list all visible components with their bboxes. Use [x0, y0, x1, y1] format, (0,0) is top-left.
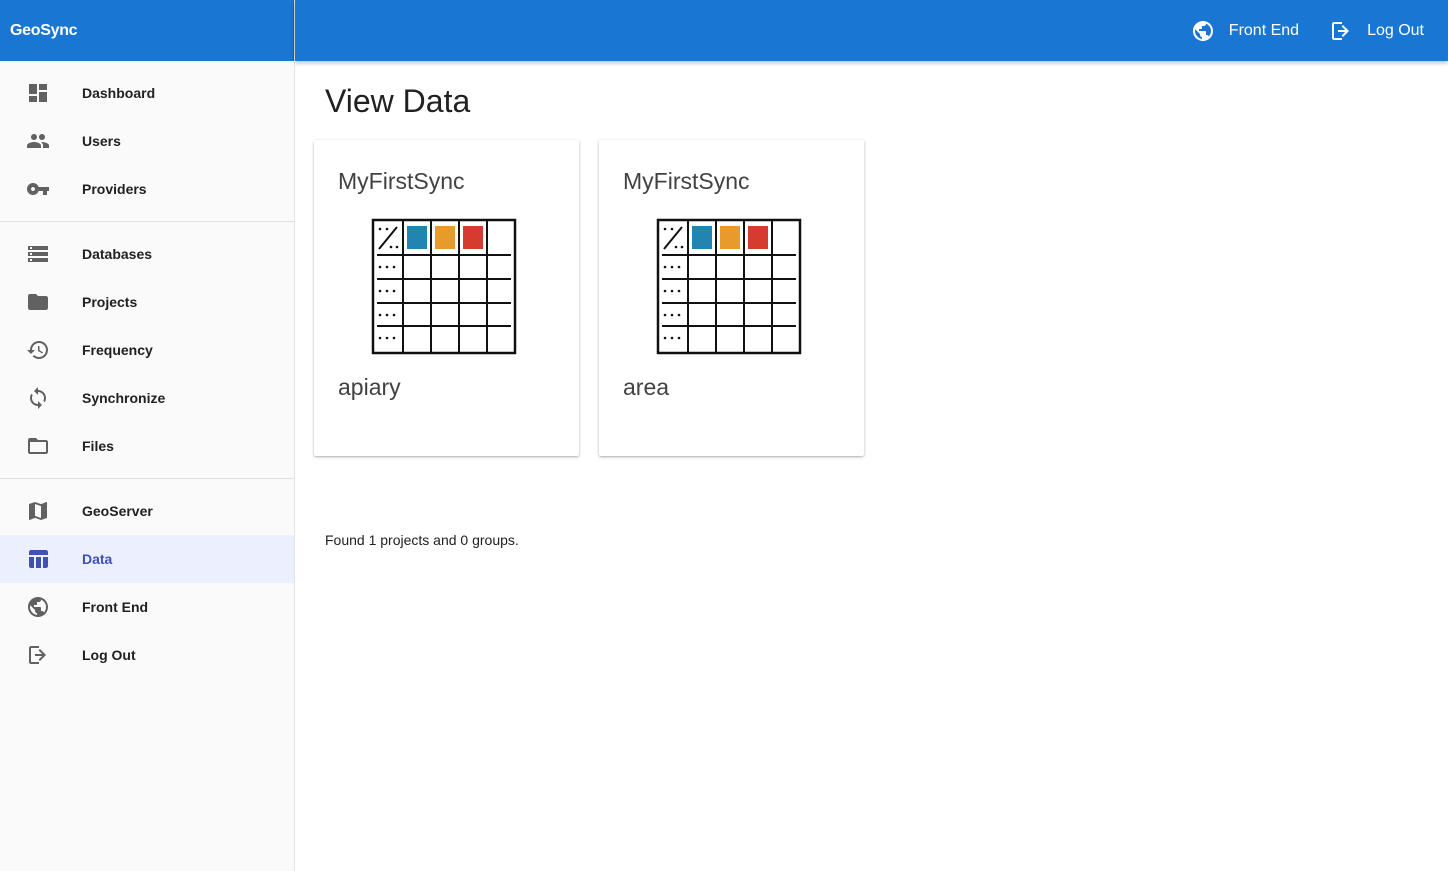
top-app-bar: Front End Log Out	[295, 0, 1448, 61]
sidebar-item-label: Providers	[82, 181, 147, 197]
sidebar-item-label: Users	[82, 133, 121, 149]
users-icon	[26, 129, 50, 153]
front-end-label: Front End	[1228, 21, 1300, 39]
sync-icon	[26, 386, 50, 410]
key-icon	[26, 177, 50, 201]
dashboard-icon	[26, 81, 50, 105]
folder-icon	[26, 290, 50, 314]
globe-icon	[1192, 20, 1213, 41]
sidebar-item-label: Databases	[82, 246, 153, 262]
sidebar-item-databases[interactable]: Databases	[0, 230, 294, 278]
sidebar-item-frequency[interactable]: Frequency	[0, 326, 294, 374]
sidebar-item-data[interactable]: Data	[0, 535, 294, 583]
sidebar-item-log-out[interactable]: Log Out	[0, 631, 294, 679]
sidebar-item-geoserver[interactable]: GeoServer	[0, 487, 294, 535]
nav-group-sync: Databases Projects Frequency Synchronize…	[0, 222, 294, 479]
card-list: MyFirstSync apiary MyFirstSync area	[314, 140, 884, 456]
sidebar-item-users[interactable]: Users	[0, 117, 294, 165]
data-card[interactable]: MyFirstSync	[314, 140, 579, 456]
sidebar-item-label: Files	[82, 438, 114, 454]
sidebar-item-label: GeoServer	[82, 503, 153, 519]
sidebar-item-synchronize[interactable]: Synchronize	[0, 374, 294, 422]
globe-icon	[26, 595, 50, 619]
sidebar-item-label: Frequency	[82, 342, 153, 358]
page-title: View Data	[325, 83, 471, 119]
sidebar-item-projects[interactable]: Projects	[0, 278, 294, 326]
sidebar-item-label: Synchronize	[82, 390, 166, 406]
sidebar-item-label: Dashboard	[82, 85, 156, 101]
card-title: MyFirstSync	[623, 168, 750, 194]
results-summary: Found 1 projects and 0 groups.	[325, 532, 519, 548]
card-subtitle: apiary	[338, 374, 401, 400]
main-content: View Data MyFirstSync apiary MyFirstSync…	[295, 61, 1448, 871]
data-table-icon	[371, 218, 517, 355]
sidebar-item-dashboard[interactable]: Dashboard	[0, 69, 294, 117]
sidebar-item-label: Log Out	[82, 647, 136, 663]
data-table-icon	[656, 218, 802, 355]
folder-outline-icon	[26, 434, 50, 458]
map-icon	[26, 499, 50, 523]
front-end-button[interactable]: Front End	[1191, 19, 1299, 43]
sidebar-item-front-end[interactable]: Front End	[0, 583, 294, 631]
database-icon	[26, 242, 50, 266]
sidebar-item-label: Front End	[82, 599, 149, 615]
sidebar-item-label: Data	[82, 551, 113, 567]
sidebar-item-label: Projects	[82, 294, 138, 310]
brand-logo[interactable]: GeoSync	[0, 0, 294, 61]
logout-icon	[1332, 21, 1350, 40]
sidebar: GeoSync Dashboard Users Providers Databa…	[0, 0, 295, 871]
history-icon	[26, 338, 50, 362]
table-icon	[26, 547, 50, 571]
logout-icon	[26, 643, 50, 667]
log-out-button[interactable]: Log Out	[1329, 19, 1424, 43]
card-title: MyFirstSync	[338, 168, 465, 194]
nav-group-main: Dashboard Users Providers	[0, 61, 294, 222]
nav-group-output: GeoServer Data Front End Log Out	[0, 479, 294, 687]
data-card[interactable]: MyFirstSync	[599, 140, 864, 456]
card-subtitle: area	[623, 374, 670, 400]
log-out-label: Log Out	[1367, 21, 1424, 39]
sidebar-item-providers[interactable]: Providers	[0, 165, 294, 213]
sidebar-item-files[interactable]: Files	[0, 422, 294, 470]
